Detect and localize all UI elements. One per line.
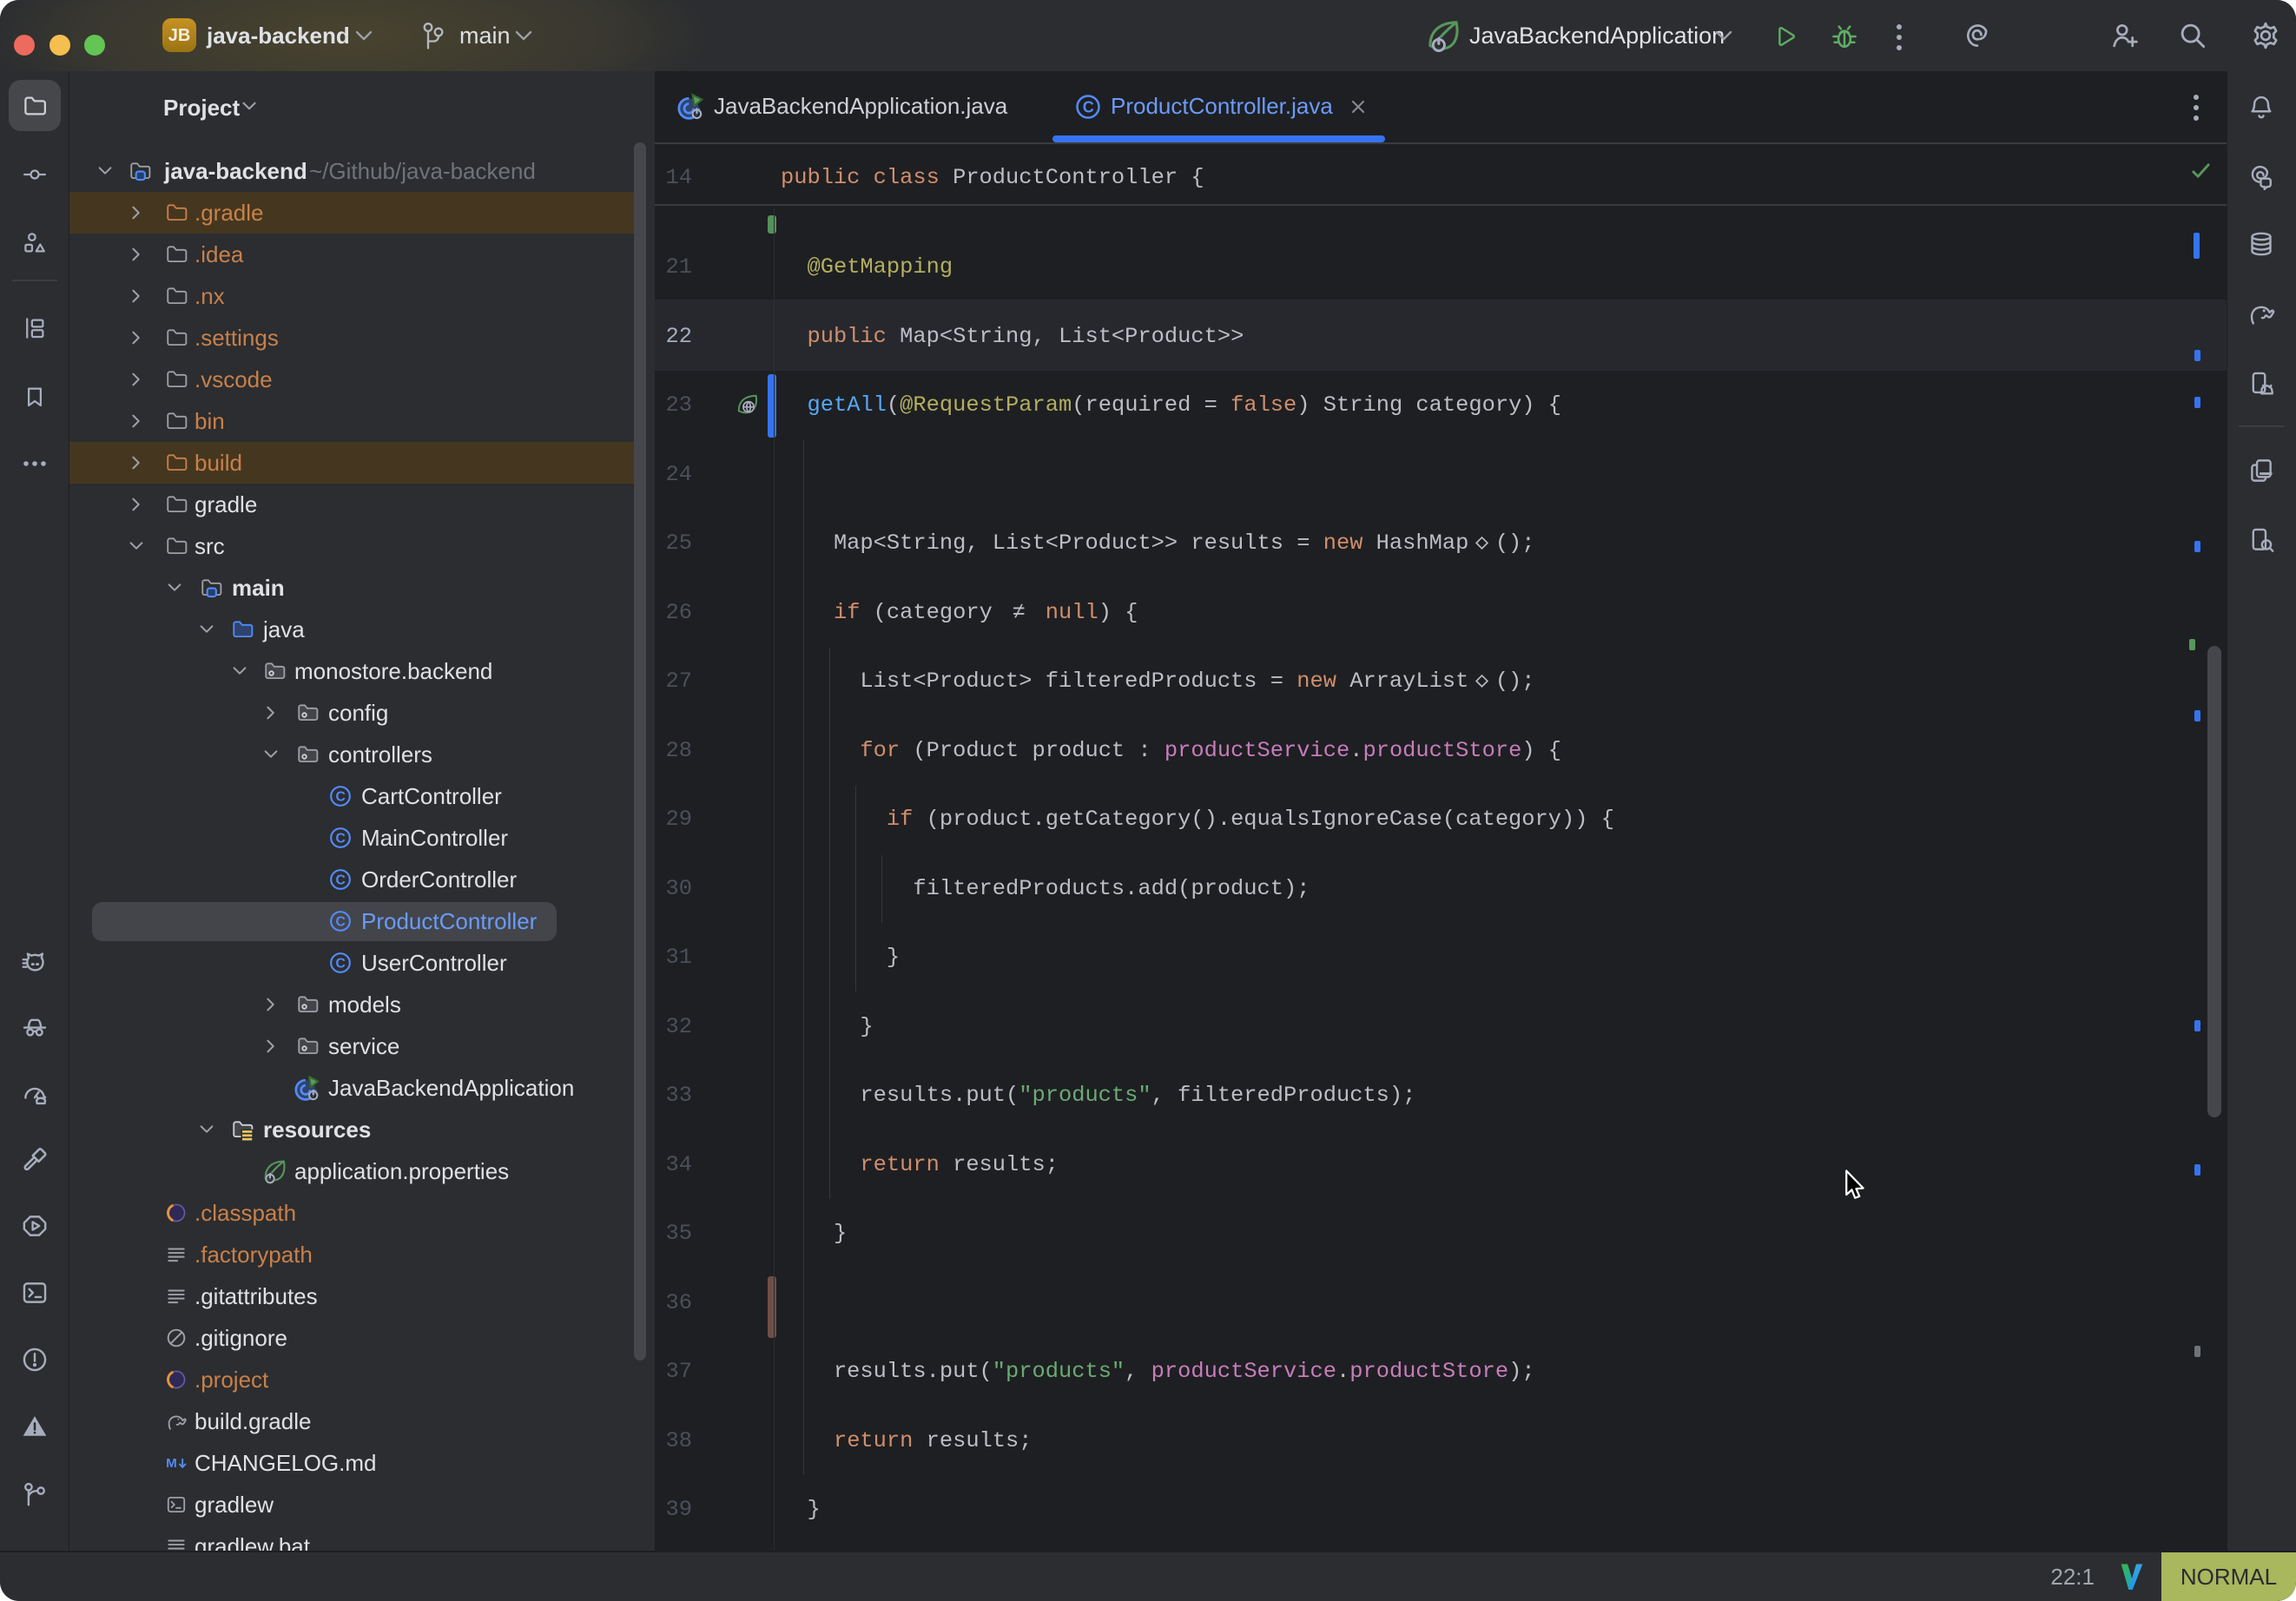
svg-text:C: C xyxy=(336,915,346,930)
svg-text:C: C xyxy=(1083,99,1094,116)
svg-text:M: M xyxy=(166,1456,177,1471)
svg-text:C: C xyxy=(336,790,346,805)
svg-text:C: C xyxy=(336,957,346,972)
svg-text:C: C xyxy=(336,832,346,847)
svg-text:C: C xyxy=(336,873,346,888)
